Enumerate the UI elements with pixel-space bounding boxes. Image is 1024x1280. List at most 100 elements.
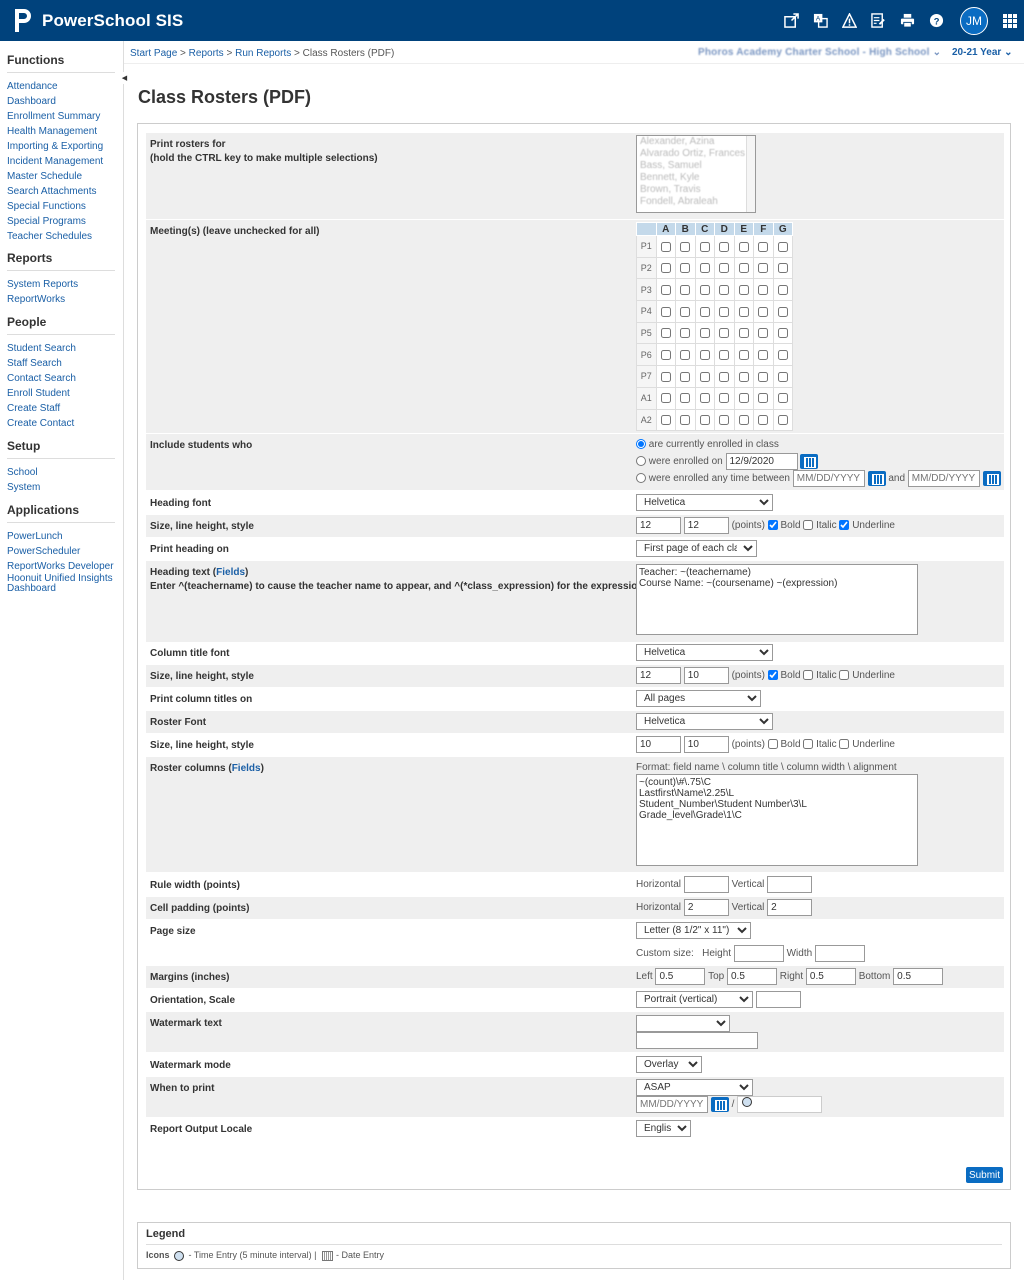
clock-icon[interactable] xyxy=(742,1097,753,1108)
print-date-input[interactable] xyxy=(636,1096,708,1114)
watermark-text-input[interactable] xyxy=(636,1032,758,1049)
meeting-checkbox[interactable] xyxy=(699,285,710,296)
breadcrumb-reports[interactable]: Reports xyxy=(189,48,224,59)
meeting-checkbox[interactable] xyxy=(699,415,710,426)
meeting-checkbox[interactable] xyxy=(660,415,671,426)
meeting-checkbox[interactable] xyxy=(738,285,749,296)
print-column-titles-select[interactable]: All pages xyxy=(636,690,761,707)
sidebar-item-hoonuit[interactable]: Hoonuit Unified Insights Dashboard xyxy=(7,574,115,594)
column-italic-checkbox[interactable] xyxy=(803,670,814,681)
roster-underline-checkbox[interactable] xyxy=(839,739,850,750)
listbox-scrollbar[interactable] xyxy=(746,136,755,212)
roster-italic-checkbox[interactable] xyxy=(803,739,814,750)
heading-italic-checkbox[interactable] xyxy=(803,520,814,531)
meeting-checkbox[interactable] xyxy=(758,263,769,274)
custom-width-input[interactable] xyxy=(814,945,865,962)
calendar-icon[interactable] xyxy=(867,470,886,486)
meeting-checkbox[interactable] xyxy=(660,371,671,382)
calendar-icon[interactable] xyxy=(982,470,1001,486)
year-selector[interactable]: 20-21 Year ⌄ xyxy=(952,47,1012,58)
print-heading-select[interactable]: First page of each class xyxy=(636,540,757,557)
heading-line-height-input[interactable] xyxy=(683,517,729,534)
translate-icon[interactable]: A xyxy=(807,0,833,41)
meeting-checkbox[interactable] xyxy=(738,415,749,426)
meeting-checkbox[interactable] xyxy=(680,285,691,296)
meeting-checkbox[interactable] xyxy=(738,306,749,317)
meeting-checkbox[interactable] xyxy=(738,241,749,252)
meeting-checkbox[interactable] xyxy=(719,306,730,317)
alert-icon[interactable] xyxy=(836,0,862,41)
list-item[interactable]: Bennett, Kyle xyxy=(637,172,755,184)
heading-underline-checkbox[interactable] xyxy=(839,520,850,531)
user-avatar[interactable]: JM xyxy=(960,6,988,35)
meeting-checkbox[interactable] xyxy=(758,350,769,361)
radio-currently-enrolled[interactable] xyxy=(636,439,646,450)
sidebar-item-incident-management[interactable]: Incident Management xyxy=(7,154,115,169)
meeting-checkbox[interactable] xyxy=(758,328,769,339)
sidebar-item-special-programs[interactable]: Special Programs xyxy=(7,214,115,229)
meeting-checkbox[interactable] xyxy=(680,306,691,317)
meeting-checkbox[interactable] xyxy=(660,241,671,252)
sidebar-item-system[interactable]: System xyxy=(7,480,115,495)
print-time-input[interactable] xyxy=(737,1096,823,1113)
meeting-checkbox[interactable] xyxy=(699,241,710,252)
sidebar-item-student-search[interactable]: Student Search xyxy=(7,341,115,356)
meeting-checkbox[interactable] xyxy=(680,415,691,426)
list-item[interactable]: Bass, Samuel xyxy=(637,160,755,172)
sidebar-item-importing-exporting[interactable]: Importing & Exporting xyxy=(7,139,115,154)
meeting-checkbox[interactable] xyxy=(660,393,671,404)
meeting-checkbox[interactable] xyxy=(660,263,671,274)
rule-vertical-input[interactable] xyxy=(767,876,813,893)
roster-line-height-input[interactable] xyxy=(683,736,729,753)
orientation-select[interactable]: Portrait (vertical) xyxy=(636,991,753,1008)
meeting-checkbox[interactable] xyxy=(699,393,710,404)
teacher-listbox[interactable]: Alexander, Azina Alvarado Ortiz, Frances… xyxy=(636,135,756,213)
meeting-checkbox[interactable] xyxy=(738,328,749,339)
sidebar-item-staff-search[interactable]: Staff Search xyxy=(7,356,115,371)
heading-bold-checkbox[interactable] xyxy=(767,520,778,531)
meeting-checkbox[interactable] xyxy=(660,306,671,317)
meeting-checkbox[interactable] xyxy=(758,285,769,296)
page-size-select[interactable]: Letter (8 1/2" x 11") xyxy=(636,922,751,939)
meeting-checkbox[interactable] xyxy=(699,328,710,339)
custom-height-input[interactable] xyxy=(733,945,784,962)
meeting-checkbox[interactable] xyxy=(738,393,749,404)
column-title-font-select[interactable]: Helvetica xyxy=(636,644,773,661)
sidebar-item-master-schedule[interactable]: Master Schedule xyxy=(7,169,115,184)
meeting-checkbox[interactable] xyxy=(738,263,749,274)
meeting-checkbox[interactable] xyxy=(777,415,788,426)
calendar-icon[interactable] xyxy=(800,453,819,469)
sidebar-item-search-attachments[interactable]: Search Attachments xyxy=(7,184,115,199)
meeting-checkbox[interactable] xyxy=(680,393,691,404)
meeting-checkbox[interactable] xyxy=(719,328,730,339)
app-logo[interactable]: PowerSchool SIS xyxy=(12,7,183,34)
breadcrumb-start-page[interactable]: Start Page xyxy=(130,48,177,59)
meeting-checkbox[interactable] xyxy=(777,306,788,317)
meeting-checkbox[interactable] xyxy=(777,350,788,361)
sidebar-item-create-staff[interactable]: Create Staff xyxy=(7,401,115,416)
column-size-input[interactable] xyxy=(636,667,681,684)
roster-bold-checkbox[interactable] xyxy=(767,739,778,750)
radio-enrolled-between[interactable] xyxy=(636,473,646,484)
meeting-checkbox[interactable] xyxy=(660,328,671,339)
watermark-text-select[interactable] xyxy=(636,1015,730,1032)
meeting-checkbox[interactable] xyxy=(719,350,730,361)
meeting-checkbox[interactable] xyxy=(680,371,691,382)
meeting-checkbox[interactable] xyxy=(699,306,710,317)
collapse-sidebar-icon[interactable]: ◀ xyxy=(121,72,128,84)
roster-font-select[interactable]: Helvetica xyxy=(636,713,773,730)
heading-size-input[interactable] xyxy=(636,517,681,534)
fields-link[interactable]: Fields xyxy=(216,567,245,578)
meeting-checkbox[interactable] xyxy=(719,285,730,296)
between-start-date-input[interactable] xyxy=(792,470,865,487)
column-line-height-input[interactable] xyxy=(683,667,729,684)
between-end-date-input[interactable] xyxy=(907,470,980,487)
meeting-checkbox[interactable] xyxy=(719,241,730,252)
meeting-checkbox[interactable] xyxy=(660,350,671,361)
meeting-checkbox[interactable] xyxy=(719,415,730,426)
sidebar-item-enrollment-summary[interactable]: Enrollment Summary xyxy=(7,109,115,124)
sidebar-item-contact-search[interactable]: Contact Search xyxy=(7,371,115,386)
fields-link[interactable]: Fields xyxy=(232,763,261,774)
meeting-checkbox[interactable] xyxy=(738,371,749,382)
sidebar-item-special-functions[interactable]: Special Functions xyxy=(7,199,115,214)
